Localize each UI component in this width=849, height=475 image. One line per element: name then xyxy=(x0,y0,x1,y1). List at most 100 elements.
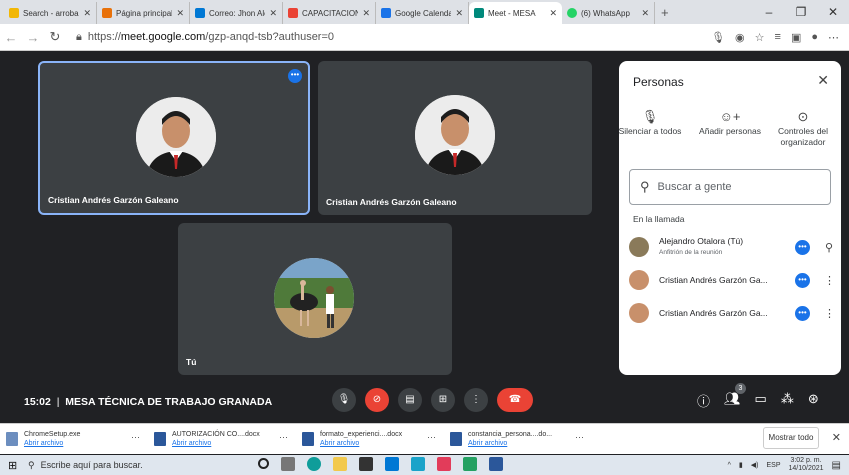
open-file-link[interactable]: Abrir archivo xyxy=(320,439,402,448)
close-downloads-icon[interactable]: ✕ xyxy=(832,431,841,444)
open-file-link[interactable]: Abrir archivo xyxy=(172,439,260,448)
downloads-bar: ChromeSetup.exe Abrir archivo ⋯ AUTORIZACI… xyxy=(0,423,849,454)
mute-all-button[interactable]: 🎙︎ Silenciar a todos xyxy=(615,110,685,137)
activities-icon[interactable]: ⁂ xyxy=(781,391,794,410)
url-field[interactable]: 🔒︎ https://meet.google.com/gzp-anqd-tsb?… xyxy=(76,31,711,44)
more-options-icon[interactable]: ••• xyxy=(795,272,810,288)
more-options-icon[interactable]: ••• xyxy=(795,239,810,255)
kebab-menu-icon[interactable]: ⋯ xyxy=(427,432,436,443)
volume-icon[interactable]: ◀) xyxy=(751,461,759,469)
more-options-icon[interactable]: ••• xyxy=(288,69,302,83)
kebab-menu-icon[interactable]: ⋯ xyxy=(279,432,288,443)
window-close-icon[interactable]: ✕ xyxy=(817,0,849,24)
tab-label: CAPACITACIONES xyxy=(302,8,358,18)
info-icon[interactable]: ⓘ xyxy=(697,391,710,410)
browser-tab[interactable]: (6) WhatsApp ✕ xyxy=(562,2,655,24)
close-icon[interactable]: ✕ xyxy=(176,8,184,19)
clock[interactable]: 3:02 p. m. 14/10/2021 xyxy=(789,457,824,473)
browser-tab[interactable]: Search - arroba ✕ xyxy=(4,2,97,24)
close-icon[interactable]: ✕ xyxy=(83,8,91,19)
participant-tile[interactable]: Cristian Andrés Garzón Galeano xyxy=(318,61,592,215)
word-icon[interactable] xyxy=(489,457,503,471)
notifications-icon[interactable]: ▤ xyxy=(832,460,841,471)
people-icon[interactable]: 👥︎ xyxy=(724,391,741,410)
chat-icon[interactable]: ▭ xyxy=(755,391,767,410)
language-indicator[interactable]: ESP xyxy=(766,462,780,469)
network-icon[interactable]: ▮ xyxy=(739,461,743,469)
collections-icon[interactable]: ▣ xyxy=(791,31,801,44)
host-controls-icon[interactable]: ⊛ xyxy=(808,391,819,410)
open-file-link[interactable]: Abrir archivo xyxy=(468,439,552,448)
add-people-button[interactable]: ☺+ Añadir personas xyxy=(695,110,765,137)
kebab-menu-icon[interactable]: ⋯ xyxy=(131,432,140,443)
kebab-menu-icon[interactable]: ⋮ xyxy=(824,274,835,287)
participant-tile[interactable]: ••• Cristian Andrés Garzón Galeano xyxy=(38,61,310,215)
window-controls: – ❐ ✕ xyxy=(753,0,849,24)
reading-list-icon[interactable]: ≡ xyxy=(775,31,781,44)
browser-tab[interactable]: Página principal d✕ xyxy=(97,2,190,24)
search-people-input[interactable]: ⚲ Buscar a gente xyxy=(629,169,831,205)
back-icon[interactable]: ← xyxy=(0,30,22,45)
bookmark-star-icon[interactable]: ☆ xyxy=(755,31,765,44)
participant-list-item: Cristian Andrés Garzón Ga... ••• ⋮ xyxy=(629,299,835,327)
maximize-icon[interactable]: ❐ xyxy=(785,0,817,24)
task-view-icon[interactable] xyxy=(281,457,295,471)
minimize-icon[interactable]: – xyxy=(753,0,785,24)
end-call-button[interactable]: ☎ xyxy=(497,388,533,412)
store-icon[interactable] xyxy=(359,457,373,471)
person-photo-icon xyxy=(136,97,216,177)
kebab-menu-icon[interactable]: ⋯ xyxy=(575,432,584,443)
mic-indicator-icon[interactable]: 🎙︎ xyxy=(711,31,725,44)
profile-avatar[interactable]: ● xyxy=(811,31,818,44)
menu-dots-icon[interactable]: ⋯ xyxy=(828,31,839,44)
host-controls-button[interactable]: ⊙ Controles del organizador xyxy=(767,109,839,148)
mic-button[interactable]: 🎙︎ xyxy=(332,388,356,412)
self-avatar xyxy=(274,258,354,338)
pin-icon[interactable]: ⚲ xyxy=(824,241,834,254)
search-icon: ⚲ xyxy=(28,459,35,470)
whatsapp-icon[interactable] xyxy=(463,457,477,471)
close-icon[interactable]: ✕ xyxy=(362,8,370,19)
show-all-button[interactable]: Mostrar todo xyxy=(763,427,819,449)
edge-icon[interactable] xyxy=(307,457,321,471)
browser-tab[interactable]: Correo: Jhon Alej ✕ xyxy=(190,2,283,24)
new-tab-icon[interactable]: + xyxy=(655,2,675,24)
kebab-menu-icon[interactable]: ⋮ xyxy=(824,307,835,320)
close-icon[interactable]: ✕ xyxy=(641,8,649,19)
file-explorer-icon[interactable] xyxy=(333,457,347,471)
close-icon[interactable]: ✕ xyxy=(269,8,277,19)
close-panel-icon[interactable]: ✕ xyxy=(817,72,829,89)
download-item[interactable]: constancia_persona....do... Abrir archivo… xyxy=(450,430,598,448)
more-options-button[interactable]: ⋮ xyxy=(464,388,488,412)
camera-indicator-icon[interactable]: ◉ xyxy=(735,31,745,44)
cortana-icon[interactable] xyxy=(258,458,269,469)
camera-off-button[interactable]: ⊘ xyxy=(365,388,389,412)
download-item[interactable]: formato_experienci....docx Abrir archivo ⋯ xyxy=(302,430,450,448)
pocket-icon[interactable] xyxy=(437,457,451,471)
browser-tab[interactable]: CAPACITACIONES ✕ xyxy=(283,2,376,24)
browser-tab-active[interactable]: Meet - MESA ✕ xyxy=(469,2,562,24)
windows-start-icon[interactable]: ⊞ xyxy=(8,459,17,472)
download-item[interactable]: ChromeSetup.exe Abrir archivo ⋯ xyxy=(6,430,154,448)
participant-name: Cristian Andrés Garzón Galeano xyxy=(326,197,457,207)
tab-favicon-icon xyxy=(102,8,112,18)
taskbar-search[interactable]: ⚲ Escribe aquí para buscar. xyxy=(28,460,228,471)
tray-chevron-icon[interactable]: ^ xyxy=(728,462,731,469)
call-controls: 🎙︎ ⊘ ▤ ⊞ ⋮ ☎ xyxy=(332,388,533,412)
self-tile[interactable]: Tú xyxy=(178,223,452,375)
host-controls-icon: ⊙ xyxy=(797,109,809,124)
download-item[interactable]: AUTORIZACIÓN CO....docx Abrir archivo ⋯ xyxy=(154,430,302,448)
mail-icon[interactable] xyxy=(385,457,399,471)
forward-icon[interactable]: → xyxy=(22,30,44,45)
tab-favicon-icon xyxy=(195,8,205,18)
browser-tab[interactable]: Google Calendar ✕ xyxy=(376,2,469,24)
captions-button[interactable]: ▤ xyxy=(398,388,422,412)
more-options-icon[interactable]: ••• xyxy=(795,305,810,321)
close-icon[interactable]: ✕ xyxy=(455,8,463,19)
open-file-link[interactable]: Abrir archivo xyxy=(24,439,80,448)
participant-name: Cristian Andrés Garzón Ga... xyxy=(659,308,768,318)
close-icon[interactable]: ✕ xyxy=(549,8,557,19)
reload-icon[interactable]: ↻ xyxy=(44,29,66,45)
present-button[interactable]: ⊞ xyxy=(431,388,455,412)
outlook-icon[interactable] xyxy=(411,457,425,471)
